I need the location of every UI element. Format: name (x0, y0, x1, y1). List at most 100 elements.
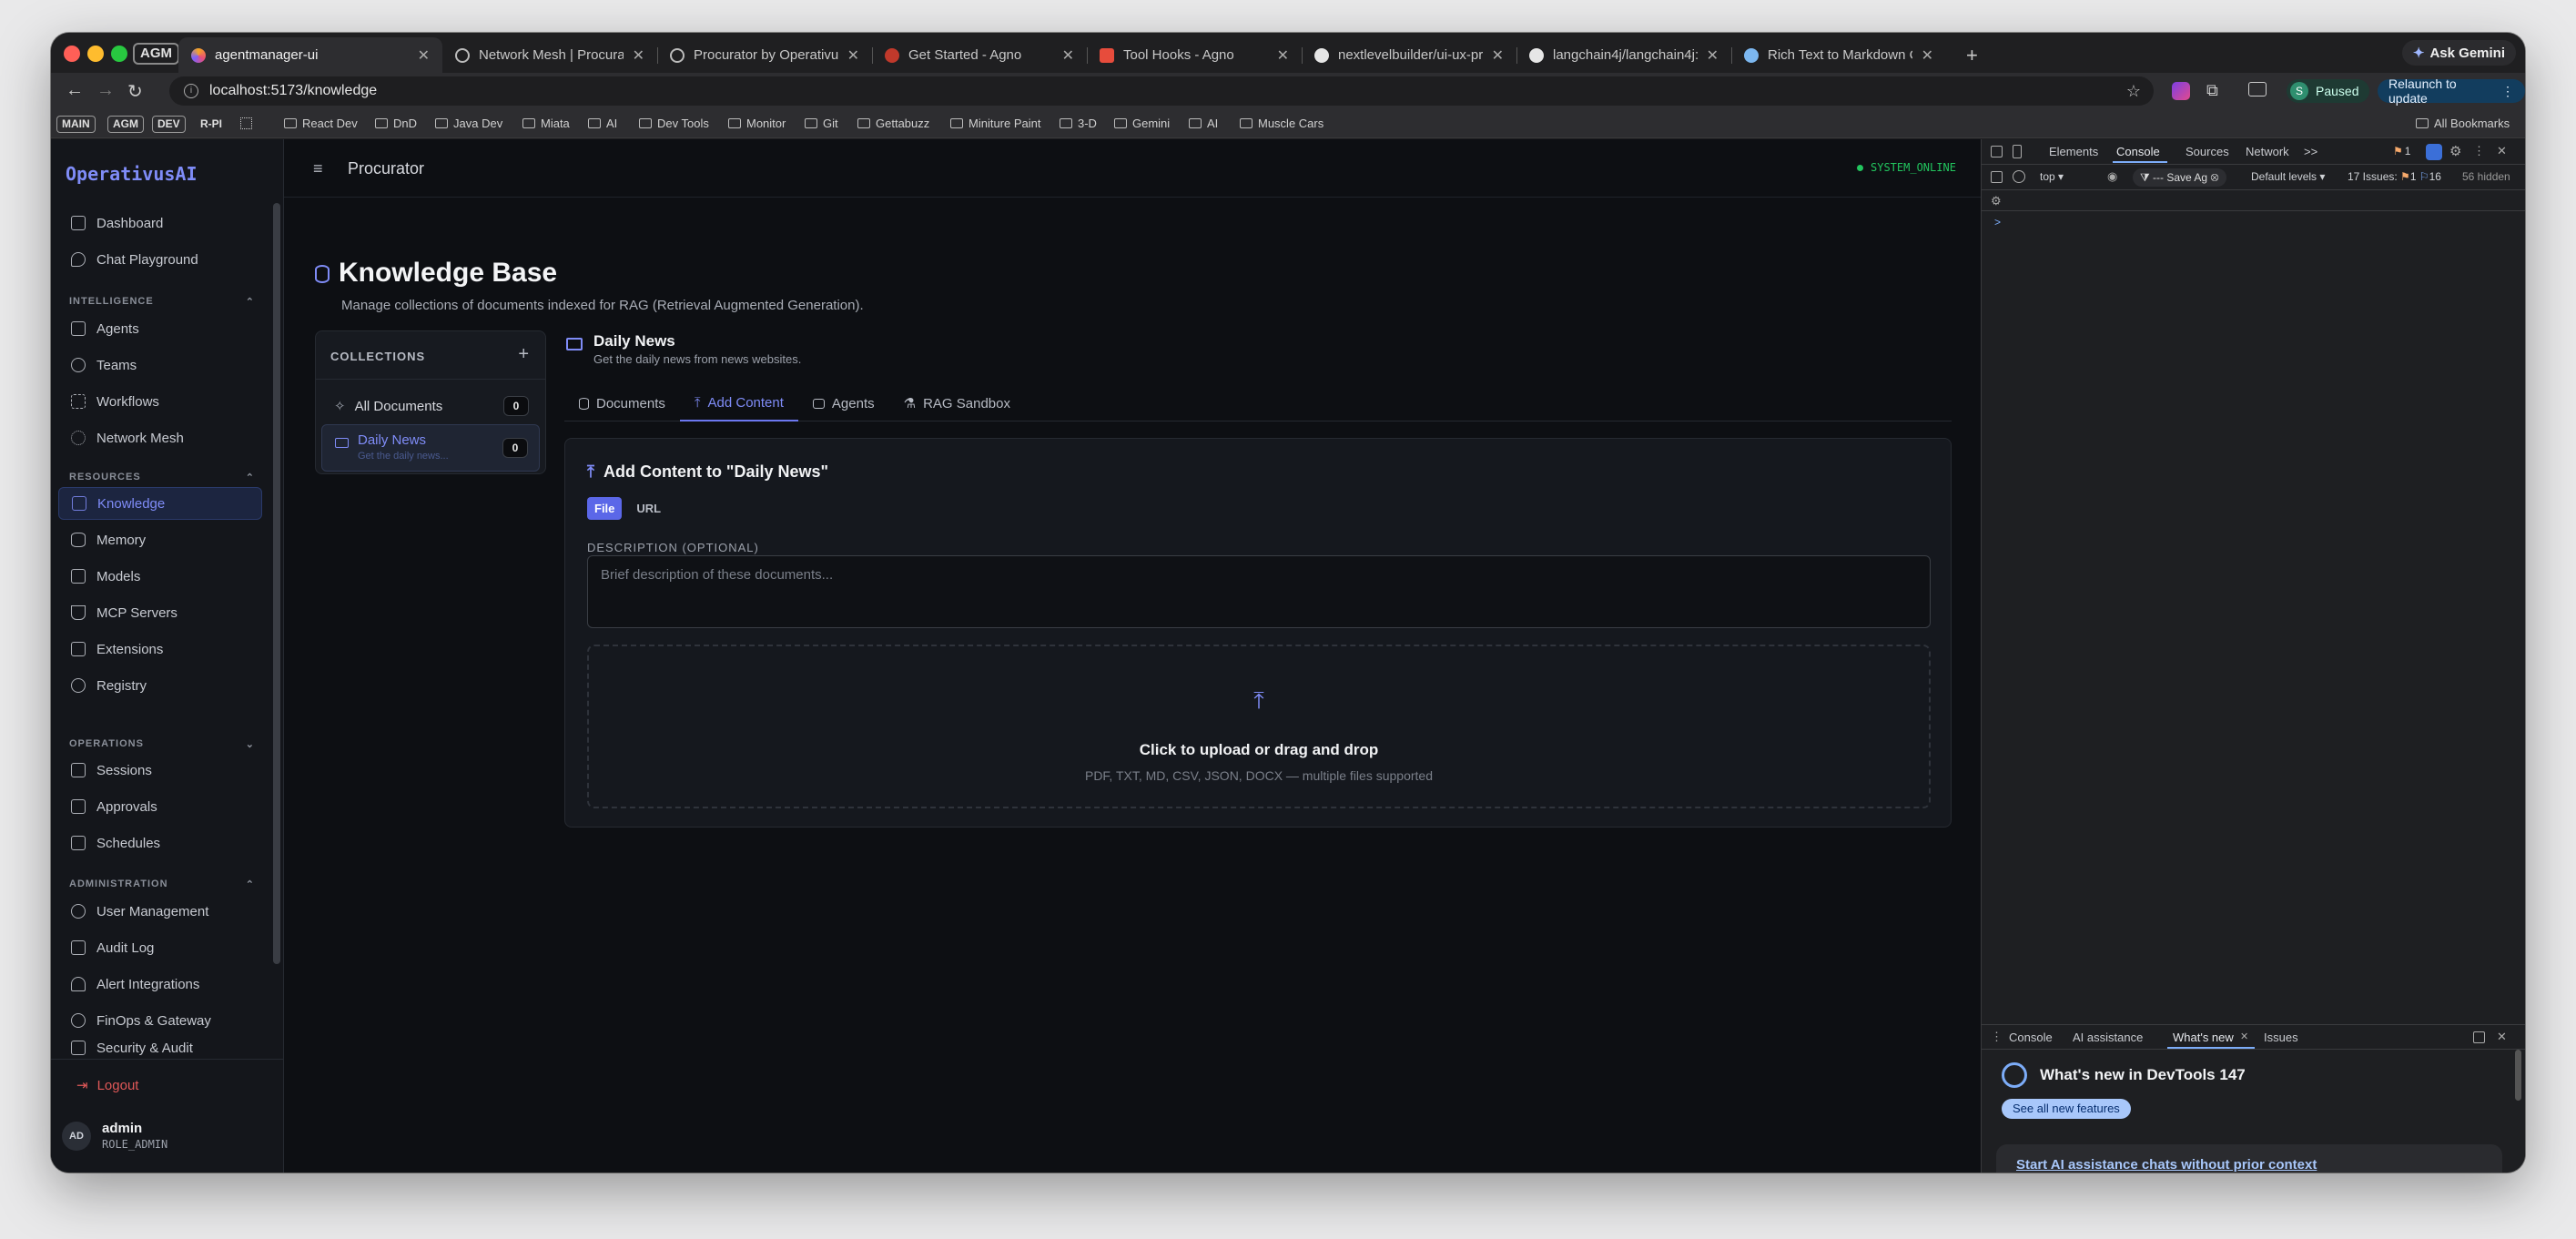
bookmark-chip[interactable]: AGM (107, 116, 144, 133)
sidebar-item-approvals[interactable]: Approvals (58, 790, 262, 823)
sidebar-item-mcp-servers[interactable]: MCP Servers (58, 596, 262, 629)
collection-item-all-documents[interactable]: ✧ All Documents 0 (321, 382, 540, 430)
devtools-tab-network[interactable]: Network (2246, 145, 2289, 158)
sidebar-item-registry[interactable]: Registry (58, 669, 262, 702)
bookmark-chip[interactable]: DEV (152, 116, 186, 133)
forward-arrow-icon[interactable]: → (96, 80, 115, 101)
sidebar-item-models[interactable]: Models (58, 560, 262, 593)
issues-counter[interactable]: 17 Issues: ⚑1 ⚐16 (2348, 170, 2441, 183)
browser-tab[interactable]: langchain4j/langchain4j: Lang ✕ (1516, 37, 1731, 73)
device-toolbar-icon[interactable] (2013, 145, 2022, 158)
bookmark-folder[interactable]: Dev Tools (639, 117, 709, 130)
more-vertical-icon[interactable]: ⋮ (1991, 1030, 2003, 1044)
description-textarea[interactable]: Brief description of these documents... (587, 555, 1931, 628)
eye-icon[interactable]: ◉ (2107, 169, 2117, 184)
sidebar-item-agents[interactable]: Agents (58, 312, 262, 345)
sidebar-item-schedules[interactable]: Schedules (58, 827, 262, 859)
new-tab-button[interactable]: + (1953, 37, 1981, 73)
context-select[interactable]: top ▾ (2040, 170, 2064, 183)
puzzle-icon[interactable]: ⧉ (2206, 81, 2218, 100)
clear-console-icon[interactable] (2013, 170, 2025, 183)
tab-group-label[interactable]: AGM (133, 43, 179, 65)
user-profile[interactable]: AD admin ROLE_ADMIN (62, 1121, 167, 1151)
close-icon[interactable]: ✕ (2497, 1030, 2507, 1044)
apps-grid-icon[interactable] (240, 117, 252, 129)
gear-icon[interactable]: ⚙ (2449, 143, 2461, 159)
bookmark-folder[interactable]: AI (588, 117, 617, 130)
close-tab-icon[interactable]: ✕ (1707, 46, 1719, 65)
tab-rag-sandbox[interactable]: ⚗ RAG Sandbox (889, 385, 1025, 421)
bookmark-chip[interactable]: MAIN (56, 116, 96, 133)
mode-file-button[interactable]: File (587, 497, 623, 520)
close-tab-icon[interactable]: ✕ (633, 46, 644, 65)
sidebar-scrollbar[interactable] (273, 203, 280, 964)
whats-new-card-link[interactable]: Start AI assistance chats without prior … (2016, 1157, 2317, 1173)
drawer-tab-issues[interactable]: Issues (2264, 1031, 2298, 1044)
bookmark-folder[interactable]: Java Dev (435, 117, 502, 130)
sidebar-item-network-mesh[interactable]: Network Mesh (58, 421, 262, 454)
sidebar-item-teams[interactable]: Teams (58, 349, 262, 381)
browser-tab[interactable]: nextlevelbuilder/ui-ux-pro-m ✕ (1302, 37, 1516, 73)
drawer-tab-console[interactable]: Console (2009, 1031, 2053, 1044)
browser-tab[interactable]: Procurator by OperativusAI | ✕ (657, 37, 872, 73)
bookmark-folder[interactable]: Gettabuzz (857, 117, 929, 130)
sidebar-item-memory[interactable]: Memory (58, 523, 262, 556)
section-intelligence[interactable]: INTELLIGENCE ⌃ (69, 296, 255, 308)
minimize-window-button[interactable] (87, 46, 104, 62)
devtools-tab-console[interactable]: Console (2116, 145, 2160, 158)
site-info-icon[interactable]: i (184, 84, 198, 98)
browser-tab[interactable]: Rich Text to Markdown Conv ✕ (1731, 37, 1946, 73)
mode-url-button[interactable]: URL (629, 497, 668, 520)
bookmark-folder[interactable]: DnD (375, 117, 417, 130)
sidebar-item-chat-playground[interactable]: Chat Playground (58, 243, 262, 276)
bookmark-folder[interactable]: Miniture Paint (950, 117, 1040, 130)
sidebar-item-alert-integrations[interactable]: Alert Integrations (58, 968, 262, 1000)
close-tab-icon[interactable]: ✕ (1922, 46, 1933, 65)
filter-input[interactable]: ⧩ --- Save Ag ⊗ (2133, 168, 2226, 187)
bookmark-folder[interactable]: 3-D (1060, 117, 1097, 130)
bookmark-folder[interactable]: Monitor (728, 117, 786, 130)
devtools-tab-sources[interactable]: Sources (2186, 145, 2229, 158)
zoom-window-button[interactable] (111, 46, 127, 62)
sidebar-item-knowledge[interactable]: Knowledge (58, 487, 262, 520)
browser-tab-active[interactable]: agentmanager-ui ✕ (178, 37, 442, 73)
inspect-element-icon[interactable] (1991, 146, 2003, 157)
sidebar-item-audit-log[interactable]: Audit Log (58, 931, 262, 964)
warning-badge[interactable]: ⚑ 1 (2393, 145, 2410, 157)
devtools-tab-elements[interactable]: Elements (2049, 145, 2098, 158)
copilot-icon[interactable] (2426, 144, 2442, 160)
browser-tab[interactable]: Network Mesh | Procurator by ✕ (442, 37, 657, 73)
section-administration[interactable]: ADMINISTRATION ⌃ (69, 878, 255, 890)
address-bar[interactable]: i localhost:5173/knowledge ☆ (169, 76, 2154, 106)
relaunch-button[interactable]: Relaunch to update ⋮ (2378, 76, 2525, 106)
console-prompt[interactable]: > (1994, 216, 2001, 229)
extension-icon[interactable] (2172, 82, 2190, 100)
close-tab-icon[interactable]: ✕ (847, 46, 859, 65)
back-arrow-icon[interactable]: ← (66, 80, 84, 101)
browser-tab[interactable]: Get Started - Agno ✕ (872, 37, 1087, 73)
sidebar-item-sessions[interactable]: Sessions (58, 754, 262, 787)
collection-item-daily-news[interactable]: Daily News Get the daily news... 0 (321, 424, 540, 472)
close-window-button[interactable] (64, 46, 80, 62)
bookmark-folder[interactable]: Miata (522, 117, 570, 130)
more-vertical-icon[interactable]: ⋮ (2473, 144, 2485, 158)
browser-tab[interactable]: Tool Hooks - Agno ✕ (1087, 37, 1302, 73)
side-panel-icon[interactable] (2248, 82, 2267, 96)
bookmark-folder[interactable]: Git (805, 117, 838, 130)
close-icon[interactable]: ✕ (2240, 1031, 2248, 1042)
reload-icon[interactable]: ↻ (127, 80, 143, 103)
tab-documents[interactable]: Documents (564, 385, 680, 421)
bookmark-folder[interactable]: Gemini (1114, 117, 1170, 130)
bookmark-folder[interactable]: AI (1189, 117, 1218, 130)
drawer-tab-whats-new[interactable]: What's new (2173, 1031, 2234, 1044)
sidebar-item-dashboard[interactable]: Dashboard (58, 207, 262, 239)
app-logo[interactable]: OperativusAI (66, 163, 198, 185)
close-tab-icon[interactable]: ✕ (1062, 46, 1074, 65)
sidebar-item-security-audit[interactable]: Security & Audit (58, 1041, 262, 1057)
close-tab-icon[interactable]: ✕ (418, 46, 430, 65)
profile-paused-button[interactable]: S Paused (2287, 79, 2370, 103)
see-all-features-button[interactable]: See all new features (2002, 1099, 2131, 1119)
devtools-more-tabs[interactable]: >> (2304, 145, 2317, 158)
close-icon[interactable]: ✕ (2497, 144, 2507, 158)
sidebar-item-workflows[interactable]: Workflows (58, 385, 262, 418)
